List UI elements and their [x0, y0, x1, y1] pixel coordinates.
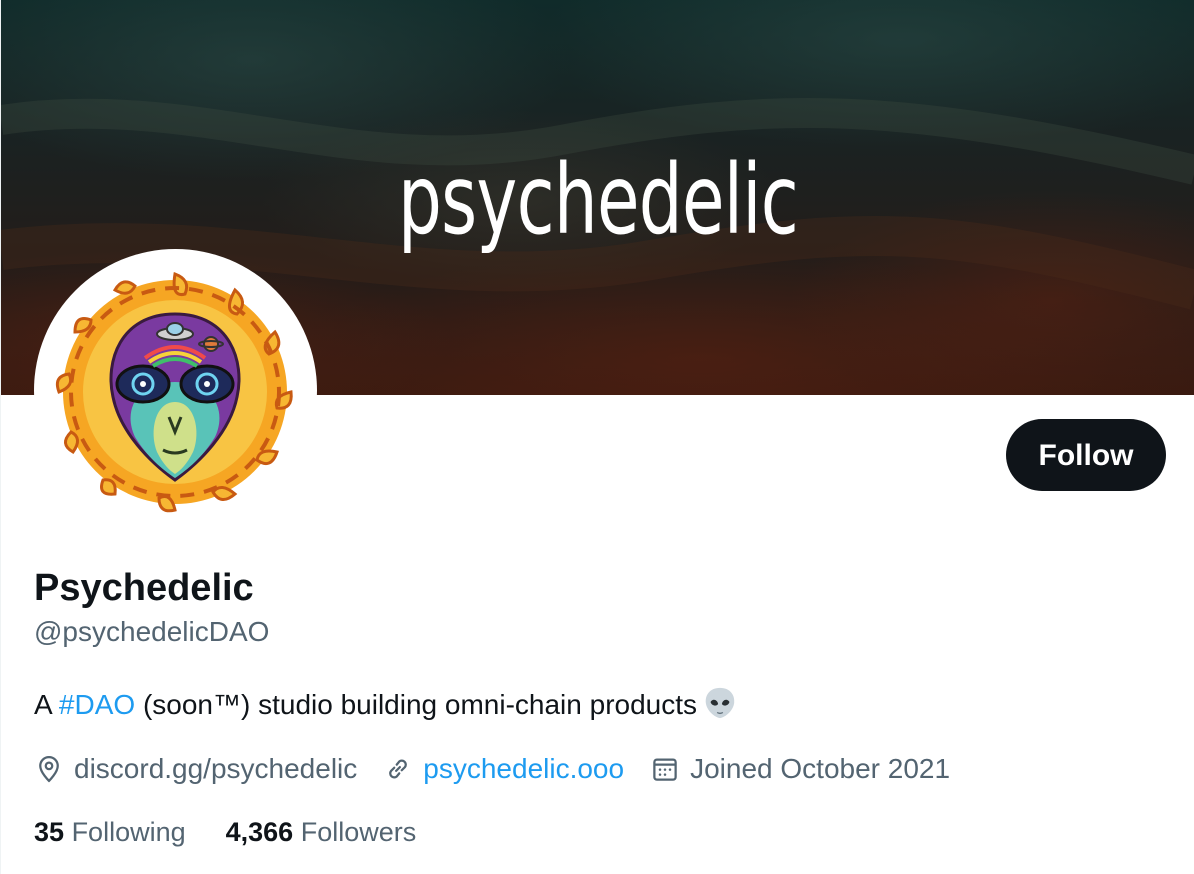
link-icon: [389, 759, 408, 779]
follow-button[interactable]: Follow: [1006, 419, 1166, 491]
calendar-icon: [653, 758, 677, 781]
profile-bio: A #DAO (soon™) studio building omni-chai…: [34, 686, 737, 723]
profile-stats: 35 Following 4,366 Followers: [34, 814, 456, 850]
profile-avatar[interactable]: [34, 249, 317, 532]
followers-link[interactable]: 4,366 Followers: [226, 814, 417, 850]
following-link[interactable]: 35 Following: [34, 814, 186, 850]
profile-location: discord.gg/psychedelic: [34, 753, 357, 785]
following-label: Following: [71, 817, 186, 847]
profile-website[interactable]: psychedelic.ooo: [383, 753, 624, 785]
banner-title: psychedelic: [397, 144, 799, 256]
profile-display-name: Psychedelic: [34, 567, 254, 609]
profile-handle: @psychedelicDAO: [34, 616, 270, 647]
following-count: 35: [34, 817, 65, 847]
followers-label: Followers: [300, 817, 417, 847]
alien-emoji-icon: [705, 687, 735, 719]
bio-prefix: A: [34, 689, 59, 720]
joined-text: Joined October 2021: [690, 753, 951, 784]
bio-hashtag-link[interactable]: #DAO: [59, 689, 135, 720]
location-pin-icon: [39, 755, 59, 783]
website-link[interactable]: psychedelic.ooo: [423, 753, 624, 785]
followers-count: 4,366: [225, 817, 294, 847]
profile-joined: Joined October 2021: [650, 753, 950, 785]
profile-meta-row: discord.gg/psychedelic psychedelic.ooo J…: [34, 750, 976, 788]
alien-sun-logo: [55, 271, 293, 513]
bio-text: (soon™) studio building omni-chain produ…: [135, 689, 698, 720]
location-text: discord.gg/psychedelic: [74, 753, 358, 784]
profile-page: psychedelic Follow Psychedelic @psychede…: [0, 0, 1194, 874]
